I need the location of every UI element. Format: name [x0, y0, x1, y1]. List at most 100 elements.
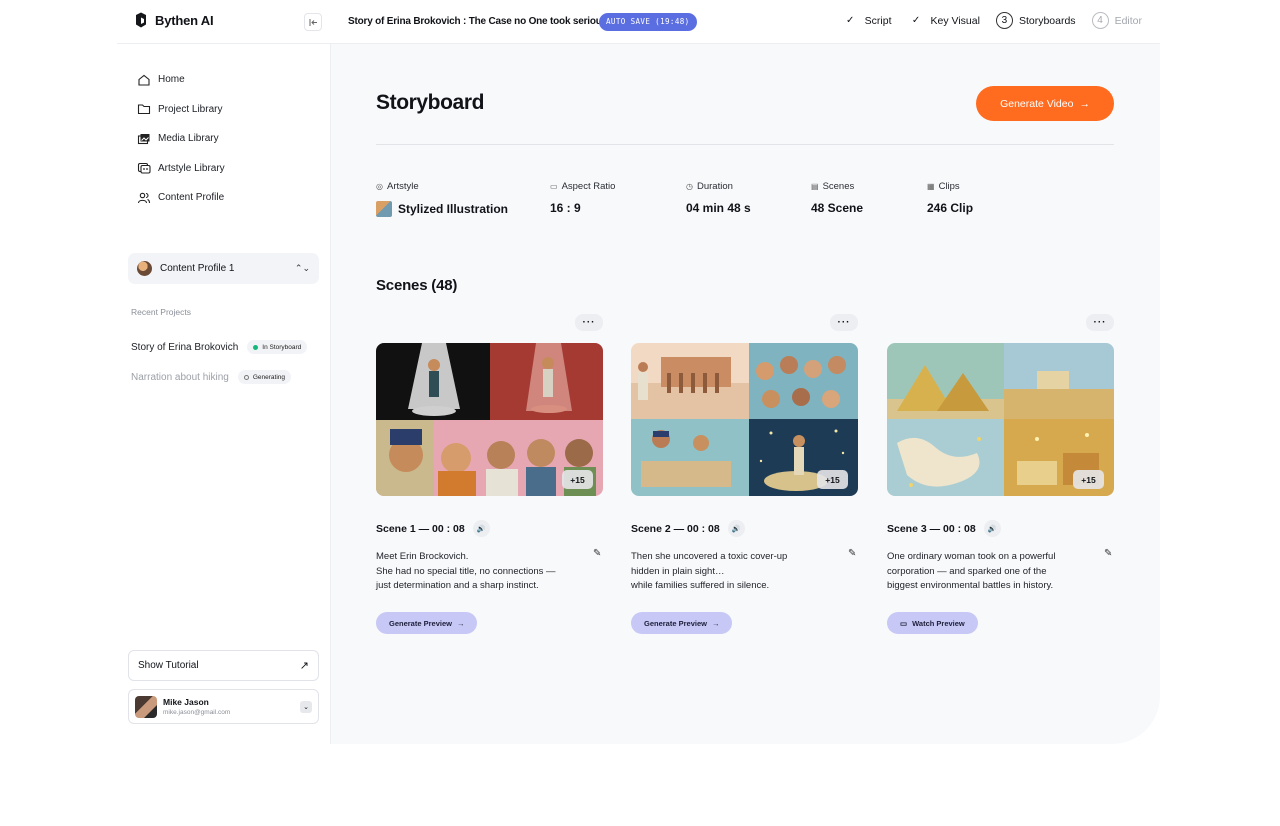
step-label: Key Visual	[930, 14, 980, 27]
meta-value: 04 min 48 s	[686, 201, 751, 215]
recent-project-item[interactable]: Story of Erina Brokovich In Storyboard	[131, 332, 321, 362]
sidebar-item-label: Media Library	[158, 133, 219, 145]
scene-narration: Meet Erin Brockovich. She had no special…	[376, 550, 586, 594]
narration-line: while families suffered in silence.	[631, 580, 770, 591]
scenes-heading: Scenes (48)	[376, 277, 458, 294]
generate-video-button[interactable]: Generate Video →	[976, 86, 1114, 121]
brand[interactable]: Bythen AI	[135, 12, 214, 28]
page-title: Storyboard	[376, 91, 485, 114]
meta-value: 246 Clip	[927, 201, 974, 215]
tutorial-label: Show Tutorial	[138, 660, 199, 671]
recent-project-item[interactable]: Narration about hiking Generating	[131, 362, 321, 392]
meta-duration: ◷ Duration 04 min 48 s	[686, 181, 751, 215]
user-email: mike.jason@gmail.com	[163, 709, 231, 716]
arrow-right-icon: →	[711, 618, 720, 628]
profile-avatar	[137, 261, 152, 276]
generate-preview-button[interactable]: Generate Preview →	[631, 612, 733, 634]
sidebar-item-media-library[interactable]: Media Library	[137, 124, 225, 154]
pencil-icon[interactable]: ✎	[848, 548, 856, 559]
meta-label: Artstyle	[386, 181, 419, 192]
arrow-up-right-icon: ↗	[299, 660, 309, 672]
preview-button-label: Watch Preview	[912, 618, 965, 628]
preview-button-label: Generate Preview	[389, 618, 452, 628]
project-title: Story of Erina Brokovich : The Case no O…	[348, 16, 615, 27]
generate-preview-button[interactable]: Generate Preview →	[376, 612, 478, 634]
step-number: 3	[995, 12, 1013, 29]
top-bar: Bythen AI Story of Erina Brokovich : The…	[117, 0, 1160, 44]
scene-header: Scene 1 — 00 : 08 🔊	[376, 520, 490, 537]
speaker-icon[interactable]: 🔊	[472, 520, 490, 537]
main-content: Storyboard Generate Video → ◎ Artstyle St…	[331, 44, 1160, 744]
home-icon	[138, 74, 150, 86]
chevron-down-icon[interactable]: ⌄	[300, 700, 312, 713]
narration-line: Then she uncovered a toxic cover-up	[631, 551, 788, 562]
pencil-icon[interactable]: ✎	[1104, 548, 1112, 559]
user-menu[interactable]: Mike Jason mike.jason@gmail.com ⌄	[128, 689, 319, 724]
status-dot-icon	[253, 344, 259, 350]
sidebar-item-label: Home	[158, 74, 185, 86]
images-icon	[137, 133, 150, 144]
narration-line: One ordinary woman took on a powerful	[887, 551, 1056, 562]
more-clips-badge: +15	[1073, 470, 1104, 489]
speaker-icon[interactable]: 🔊	[983, 520, 1001, 537]
status-text: Generating	[252, 373, 286, 381]
speaker-icon[interactable]: 🔊	[727, 520, 745, 537]
loading-icon	[243, 374, 249, 380]
artstyle-thumbnail	[376, 201, 392, 217]
sidebar-item-home[interactable]: Home	[137, 65, 225, 95]
sidebar-nav: Home Project Library Media Library Artst…	[137, 65, 225, 213]
scene-header: Scene 3 — 00 : 08 🔊	[887, 520, 1001, 537]
more-options-button[interactable]: ···	[1086, 314, 1114, 331]
step-script[interactable]: ✓ Script	[842, 12, 892, 29]
preview-button-label: Generate Preview	[644, 618, 707, 628]
more-options-button[interactable]: ···	[575, 314, 603, 331]
divider	[376, 144, 1114, 145]
sidebar-item-content-profile[interactable]: Content Profile	[137, 183, 225, 213]
check-icon: ✓	[845, 15, 855, 26]
more-options-button[interactable]: ···	[830, 314, 858, 331]
step-label: Editor	[1114, 14, 1142, 27]
meta-value: 48 Scene	[811, 201, 864, 215]
narration-line: Meet Erin Brockovich.	[376, 551, 469, 562]
narration-line: She had no special title, no connections…	[376, 565, 556, 577]
step-indicator: ✓ Script ✓ Key Visual 3 Storyboards 4 Ed…	[842, 12, 1142, 29]
more-clips-badge: +15	[562, 470, 593, 489]
scene-thumbnail[interactable]: +15	[887, 343, 1114, 496]
scene-thumbnail[interactable]: +15	[376, 343, 603, 496]
sidebar-item-label: Content Profile	[158, 192, 225, 204]
bythen-logo-icon	[136, 12, 146, 28]
scene-title: Scene 2 — 00 : 08	[631, 522, 720, 535]
watch-preview-button[interactable]: ▭ Watch Preview	[887, 612, 978, 634]
scene-narration: Then she uncovered a toxic cover-up hidd…	[631, 550, 841, 594]
sidebar-item-label: Project Library	[158, 103, 223, 115]
show-tutorial-button[interactable]: Show Tutorial ↗	[128, 650, 319, 681]
narration-line: corporation — and sparked one of the	[887, 565, 1047, 577]
user-info: Mike Jason mike.jason@gmail.com	[163, 697, 230, 716]
step-editor[interactable]: 4 Editor	[1091, 12, 1142, 29]
user-name: Mike Jason	[163, 697, 209, 707]
recent-projects-heading: Recent Projects	[131, 307, 191, 317]
avatar	[135, 695, 157, 718]
meta-value: Stylized Illustration	[398, 202, 509, 216]
step-key-visual[interactable]: ✓ Key Visual	[908, 12, 980, 29]
content-profile-select[interactable]: Content Profile 1 ⌃⌄	[128, 253, 319, 284]
palette-icon: ◎	[376, 182, 383, 191]
meta-label: Aspect Ratio	[561, 181, 616, 192]
scene-header: Scene 2 — 00 : 08 🔊	[631, 520, 745, 537]
status-text: In Storyboard	[262, 343, 302, 351]
step-label: Script	[864, 14, 892, 27]
sidebar: Home Project Library Media Library Artst…	[117, 44, 331, 744]
collapse-sidebar-button[interactable]	[304, 13, 322, 31]
sidebar-item-artstyle-library[interactable]: Artstyle Library	[137, 154, 225, 184]
chevron-up-down-icon: ⌃⌄	[294, 263, 310, 273]
scene-thumbnail[interactable]: +15	[631, 343, 858, 496]
recent-project-name: Narration about hiking	[131, 371, 229, 383]
narration-line: biggest environmental battles in history…	[887, 580, 1054, 591]
sidebar-item-project-library[interactable]: Project Library	[137, 95, 225, 125]
step-number: 4	[1091, 12, 1109, 29]
narration-line: hidden in plain sight…	[631, 565, 725, 577]
pencil-icon[interactable]: ✎	[593, 548, 601, 559]
meta-label: Scenes	[822, 181, 855, 192]
meta-artstyle: ◎ Artstyle Stylized Illustration	[376, 181, 508, 217]
step-storyboards[interactable]: 3 Storyboards	[995, 12, 1076, 29]
